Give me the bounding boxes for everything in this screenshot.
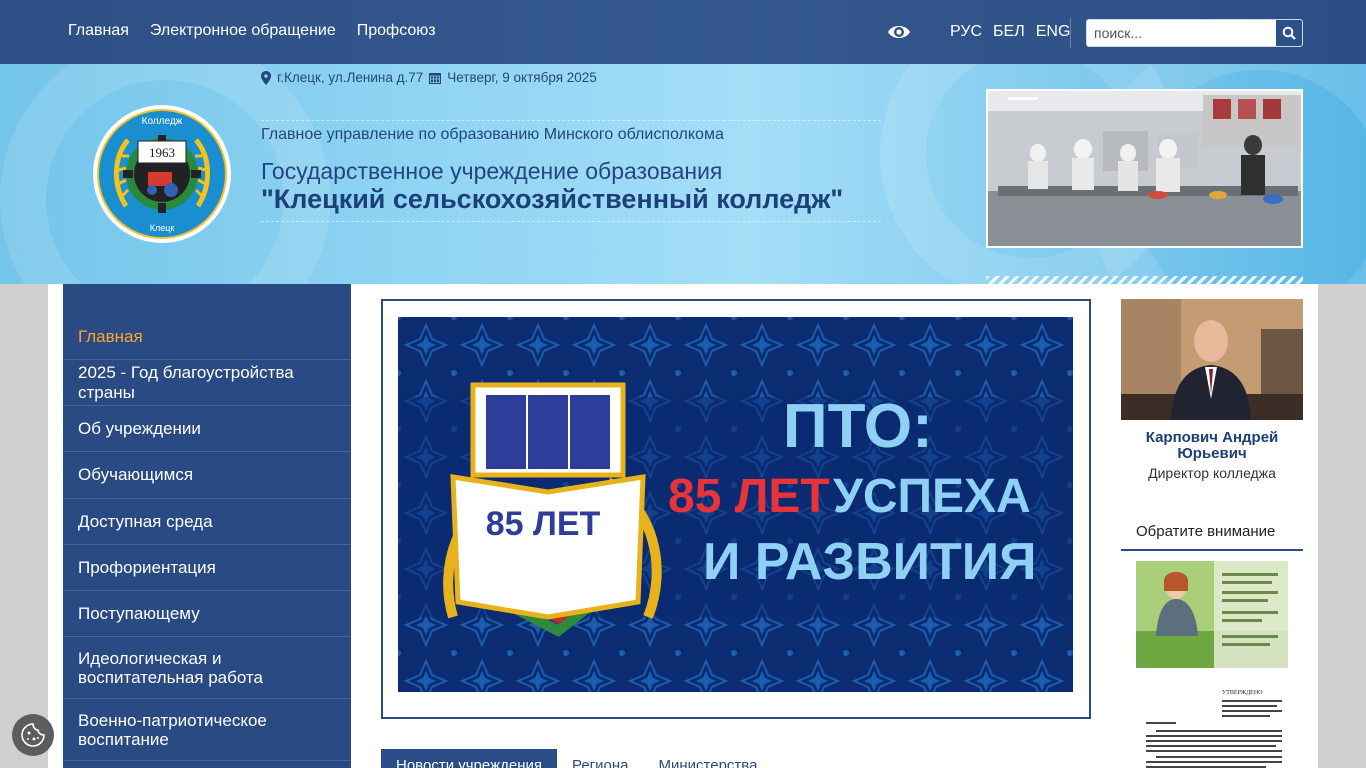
date-text: Четверг, 9 октября 2025 bbox=[447, 70, 597, 85]
sidebar-item-admission[interactable]: Поступающему bbox=[63, 591, 351, 637]
divider bbox=[261, 120, 881, 121]
director-name[interactable]: Карпович Андрей Юрьевич bbox=[1121, 430, 1303, 462]
banner-line2-rest: УСПЕХА bbox=[833, 470, 1031, 523]
eye-icon[interactable] bbox=[887, 22, 911, 42]
attention-heading: Обратите внимание bbox=[1121, 516, 1303, 551]
sidebar-item-students[interactable]: Обучающимся bbox=[63, 452, 351, 499]
header-photo[interactable] bbox=[986, 89, 1303, 248]
search-box bbox=[1086, 19, 1303, 47]
search-button[interactable] bbox=[1276, 20, 1302, 46]
banner-line1: ПТО: bbox=[783, 392, 933, 461]
attention-image[interactable] bbox=[1136, 561, 1288, 668]
lang-en[interactable]: ENG bbox=[1036, 23, 1071, 41]
language-switcher: РУС БЕЛ ENG bbox=[950, 23, 1070, 41]
topnav-e-appeal[interactable]: Электронное обращение bbox=[150, 22, 336, 40]
topnav-home[interactable]: Главная bbox=[68, 22, 129, 40]
cookie-icon bbox=[21, 723, 45, 747]
address-text: г.Клецк, ул.Ленина д.77 bbox=[277, 70, 424, 85]
search-icon bbox=[1282, 26, 1296, 40]
site-header: г.Клецк, ул.Ленина д.77 Четверг, 9 октяб… bbox=[0, 64, 1366, 284]
banner-line2-red: 85 ЛЕТ bbox=[668, 470, 830, 523]
top-navbar: Главная Электронное обращение Профсоюз Р… bbox=[0, 0, 1366, 64]
header-meta: г.Клецк, ул.Ленина д.77 Четверг, 9 октяб… bbox=[261, 70, 597, 85]
sidebar-item-career-guidance[interactable]: Профориентация bbox=[63, 545, 351, 591]
search-input[interactable] bbox=[1087, 20, 1275, 46]
director-photo[interactable] bbox=[1121, 299, 1303, 420]
map-pin-icon bbox=[261, 70, 271, 85]
decor-stripes bbox=[986, 276, 1303, 284]
top-nav: Главная Электронное обращение Профсоюз bbox=[68, 22, 436, 40]
sidebar-item-accessibility[interactable]: Доступная среда bbox=[63, 499, 351, 545]
divider bbox=[1070, 18, 1071, 48]
sidebar-item-about[interactable]: Об учреждении bbox=[63, 406, 351, 452]
banner-line3: И РАЗВИТИЯ bbox=[703, 533, 1037, 591]
sidebar-item-ideology[interactable]: Идеологическая и воспитательная работа bbox=[63, 637, 351, 699]
news-banner[interactable]: 85 ЛЕТ ПТО: 85 ЛЕТ УСПЕХА И РАЗВИТИЯ bbox=[398, 317, 1073, 692]
svg-text:1963: 1963 bbox=[149, 145, 175, 160]
gov-body-title: Главное управление по образованию Минско… bbox=[261, 126, 724, 143]
sidebar-item-home[interactable]: Главная bbox=[63, 314, 351, 360]
attention-document[interactable]: УТВЕРЖДЕНО bbox=[1136, 684, 1288, 768]
tab-region-news[interactable]: Региона bbox=[557, 749, 644, 768]
tab-institution-news[interactable]: Новости учреждения bbox=[381, 749, 557, 768]
topnav-trade-union[interactable]: Профсоюз bbox=[357, 22, 436, 40]
news-tabs: Новости учреждения Региона Министерства bbox=[381, 749, 772, 768]
sidebar-item-year-2025[interactable]: 2025 - Год благоустройства страны bbox=[63, 360, 351, 406]
cookie-settings-button[interactable] bbox=[12, 714, 54, 756]
divider bbox=[261, 221, 881, 222]
director-role: Директор колледжа bbox=[1148, 465, 1276, 481]
doc-heading: УТВЕРЖДЕНО bbox=[1222, 690, 1263, 696]
sidebar-menu: Главная 2025 - Год благоустройства стран… bbox=[63, 284, 351, 768]
org-type-title: Государственное учреждение образования bbox=[261, 158, 723, 184]
org-name-title[interactable]: "Клецкий сельскохозяйственный колледж" bbox=[261, 184, 843, 215]
tab-ministry-news[interactable]: Министерства bbox=[644, 749, 773, 768]
lang-ru[interactable]: РУС bbox=[950, 23, 982, 41]
sidebar-item-military-patriotic[interactable]: Военно-патриотическое воспитание bbox=[63, 699, 351, 761]
lang-by[interactable]: БЕЛ bbox=[993, 23, 1025, 41]
college-logo[interactable]: 1963 Колледж Клецк bbox=[92, 104, 232, 244]
banner-emblem-text: 85 ЛЕТ bbox=[486, 505, 601, 543]
svg-text:Клецк: Клецк bbox=[150, 223, 175, 233]
svg-text:Колледж: Колледж bbox=[142, 116, 183, 127]
calendar-icon bbox=[429, 73, 442, 84]
